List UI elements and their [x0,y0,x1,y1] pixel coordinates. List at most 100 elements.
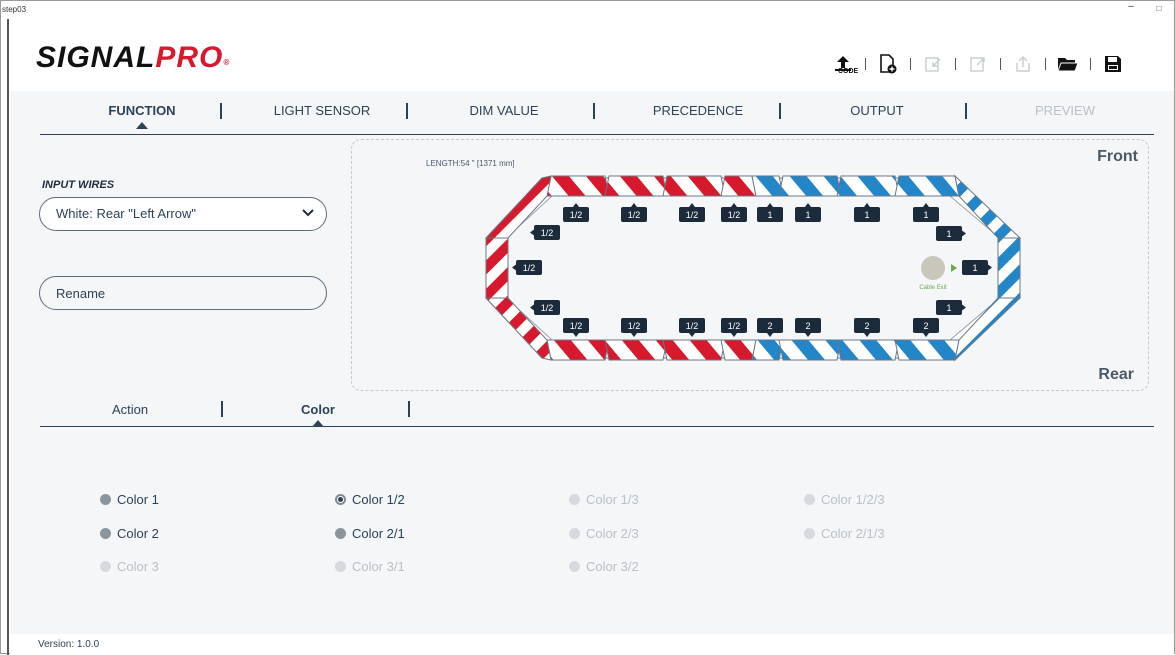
radio-icon [100,528,111,539]
module-badge-label: 1/2 [628,210,641,220]
radio-icon [569,561,580,572]
toolbar-divider [1000,58,1001,70]
radio-icon [100,494,111,505]
share-icon[interactable] [1010,51,1036,77]
radio-icon [335,561,346,572]
module-badge-label: 1/2 [628,321,641,331]
module-badge-label: 1 [972,263,977,273]
code-label: CODE [838,68,859,75]
module-badge-label: 1/2 [523,263,536,273]
input-wire-value: White: Rear "Left Arrow" [56,206,196,221]
toolbar-divider [1090,58,1091,70]
radio-icon [100,561,111,572]
tab-divider [406,103,408,119]
tab-divider [220,103,222,119]
module-badge[interactable]: 1 [962,260,992,275]
radio-icon [804,528,815,539]
color-option[interactable]: Color 2 [100,526,159,541]
tab-light-sensor[interactable]: LIGHT SENSOR [272,103,372,118]
module-badge-label: 2 [923,321,928,331]
cable-exit-label: Cable Exit [919,285,947,291]
color-option: Color 1/2/3 [804,492,885,507]
color-option: Color 1/3 [569,492,639,507]
module-badge-label: 1/2 [570,210,583,220]
radio-icon [569,528,580,539]
brand-logo: SIGNALPRO® [36,41,231,74]
cable-exit-icon [921,256,945,280]
input-wire-select[interactable]: White: Rear "Left Arrow" [39,197,327,231]
color-option[interactable]: Color 1 [100,492,159,507]
title-bar: step03 – □ [1,1,1174,19]
toolbar-divider [910,58,911,70]
tab-precedence[interactable]: PRECEDENCE [648,103,748,118]
module-badge[interactable]: 1/2 [530,225,560,240]
color-option[interactable]: Color 1/2 [335,492,405,507]
subtab-divider [221,401,223,417]
tab-divider [779,103,781,119]
tab-function[interactable]: FUNCTION [102,103,182,118]
new-file-icon[interactable] [875,51,901,77]
module-badge[interactable]: 1 [936,300,966,315]
color-option: Color 3/2 [569,559,639,574]
maximize-button[interactable]: □ [1151,4,1167,13]
toolbar-divider [865,58,866,70]
toolbar: CODE [830,49,1126,79]
module-badge-label: 1/2 [570,321,583,331]
active-tab-indicator [136,122,148,129]
upload-code-icon[interactable]: CODE [830,51,859,77]
module-badge-label: 2 [805,321,810,331]
color-option: Color 3/1 [335,559,405,574]
version-label: Version: 1.0.0 [38,639,100,650]
color-option: Color 2/3 [569,526,639,541]
radio-icon [335,528,346,539]
rename-input[interactable]: Rename [39,276,327,310]
toolbar-divider [1045,58,1046,70]
module-badge-label: 1/2 [728,321,741,331]
lightbar-diagram: LENGTH:54 " [1371 mm] Front Rear Cable E… [351,139,1149,391]
lightbar-svg: Cable Exit 1/2 1/2 1/2 1/2 1 1 1 1 1/2 1/2 1/2 1/2 2… [484,174,1022,362]
toolbar-divider [955,58,956,70]
color-option: Color 3 [100,559,159,574]
module-badge-label: 2 [767,321,772,331]
open-folder-icon[interactable] [1055,51,1081,77]
module-badge-label: 1 [946,229,951,239]
window-title: step03 [2,5,27,14]
module-badge-label: 1/2 [686,210,699,220]
module-badge-label: 1/2 [541,303,554,313]
export-icon[interactable] [965,51,991,77]
module-badge-label: 1/2 [686,321,699,331]
input-wires-label: INPUT WIRES [42,179,115,191]
main-tabs: FUNCTION LIGHT SENSOR DIM VALUE PRECEDEN… [40,91,1154,135]
tab-divider [965,103,967,119]
module-badge[interactable]: 1 [936,226,966,241]
tab-preview: PREVIEW [1035,103,1095,118]
color-options: Color 1 Color 1/2 Color 1/3 Color 1/2/3 … [10,427,1174,627]
subtab-divider [408,401,410,417]
module-badge-label: 1 [946,303,951,313]
color-option[interactable]: Color 2/1 [335,526,405,541]
subtab-color[interactable]: Color [301,402,335,417]
module-badge-label: 2 [864,321,869,331]
minimize-button[interactable]: – [1123,1,1139,12]
module-badge-label: 1 [923,210,928,220]
radio-icon [804,494,815,505]
module-badge[interactable]: 1/2 [512,260,542,275]
function-subtabs: Action Color [40,391,1154,427]
module-badge-label: 1/2 [541,228,554,238]
module-badge[interactable]: 1/2 [530,300,560,315]
module-badge-label: 1/2 [728,210,741,220]
app-root: SIGNALPRO® CODE FUNCTION LIGHT SENSOR DI… [10,19,1174,655]
tab-output[interactable]: OUTPUT [842,103,912,118]
module-badge-label: 1 [805,210,810,220]
active-subtab-indicator [312,420,324,427]
footer: Version: 1.0.0 [10,634,1174,655]
header: SIGNALPRO® CODE [10,19,1174,91]
radio-icon [569,494,580,505]
module-badge-label: 1 [864,210,869,220]
subtab-action[interactable]: Action [112,402,148,417]
module-badge-label: 1 [767,210,772,220]
save-icon[interactable] [1100,51,1126,77]
chevron-down-icon [302,206,314,220]
tab-dim-value[interactable]: DIM VALUE [464,103,544,118]
import-icon[interactable] [920,51,946,77]
